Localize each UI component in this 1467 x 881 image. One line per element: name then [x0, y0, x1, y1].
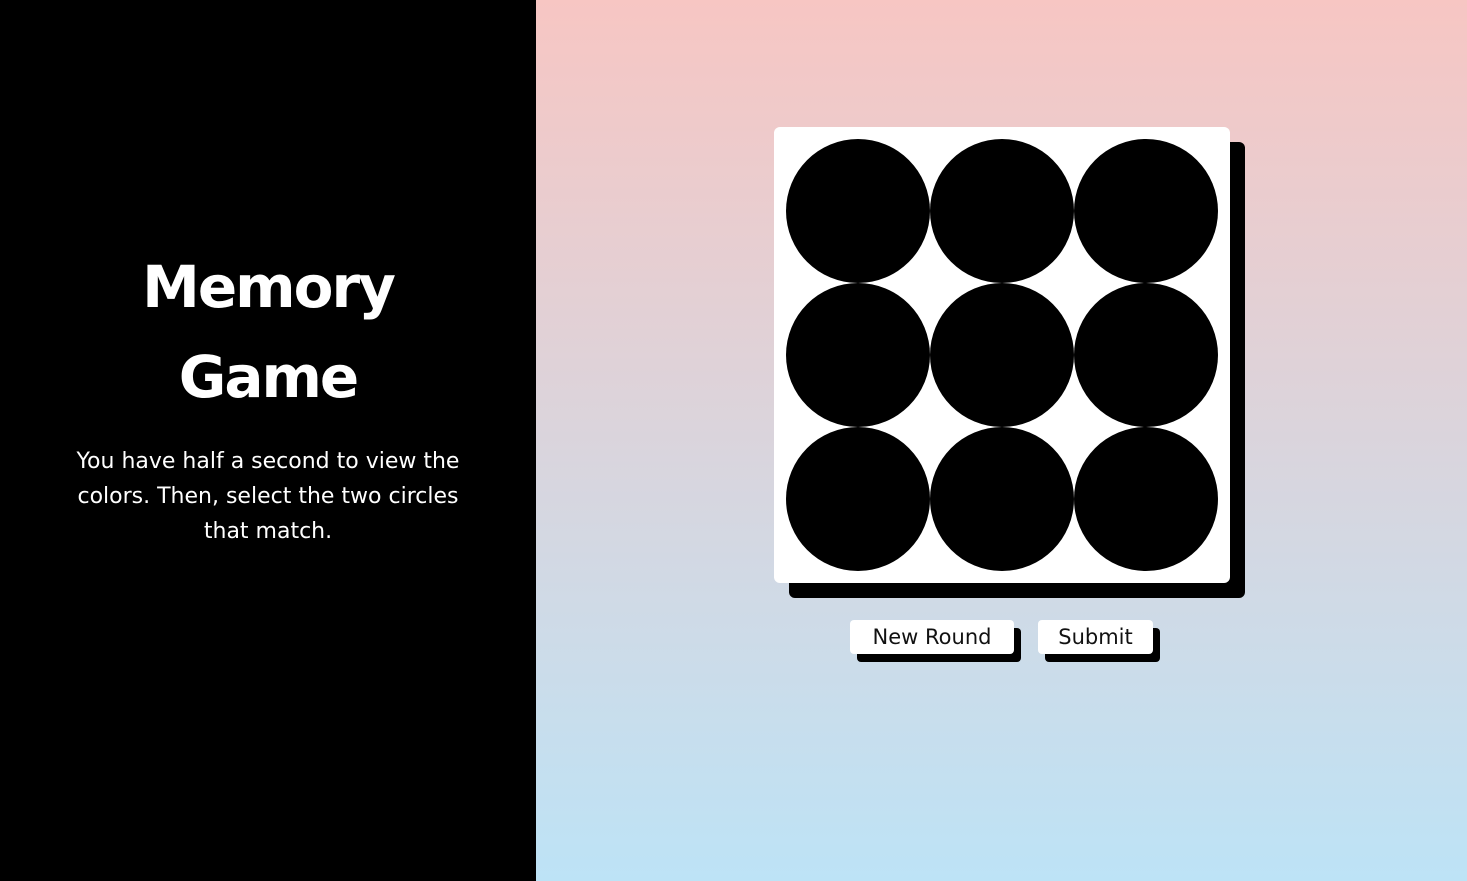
- circle-3[interactable]: [1074, 139, 1218, 283]
- circle-2[interactable]: [930, 139, 1074, 283]
- sidebar: Memory Game You have half a second to vi…: [0, 0, 536, 881]
- game-instructions: You have half a second to view the color…: [76, 449, 460, 544]
- submit-control: Submit: [1038, 620, 1160, 662]
- game-area: New Round Submit: [536, 0, 1467, 881]
- circle-8[interactable]: [930, 427, 1074, 571]
- new-round-control: New Round: [850, 620, 1021, 662]
- circle-4[interactable]: [786, 283, 930, 427]
- submit-button[interactable]: Submit: [1038, 620, 1153, 654]
- new-round-button[interactable]: New Round: [850, 620, 1014, 654]
- circle-5[interactable]: [930, 283, 1074, 427]
- circle-7[interactable]: [786, 427, 930, 571]
- circle-6[interactable]: [1074, 283, 1218, 427]
- circle-1[interactable]: [786, 139, 930, 283]
- game-board: [774, 127, 1230, 583]
- game-title: Memory Game: [142, 253, 396, 411]
- circle-9[interactable]: [1074, 427, 1218, 571]
